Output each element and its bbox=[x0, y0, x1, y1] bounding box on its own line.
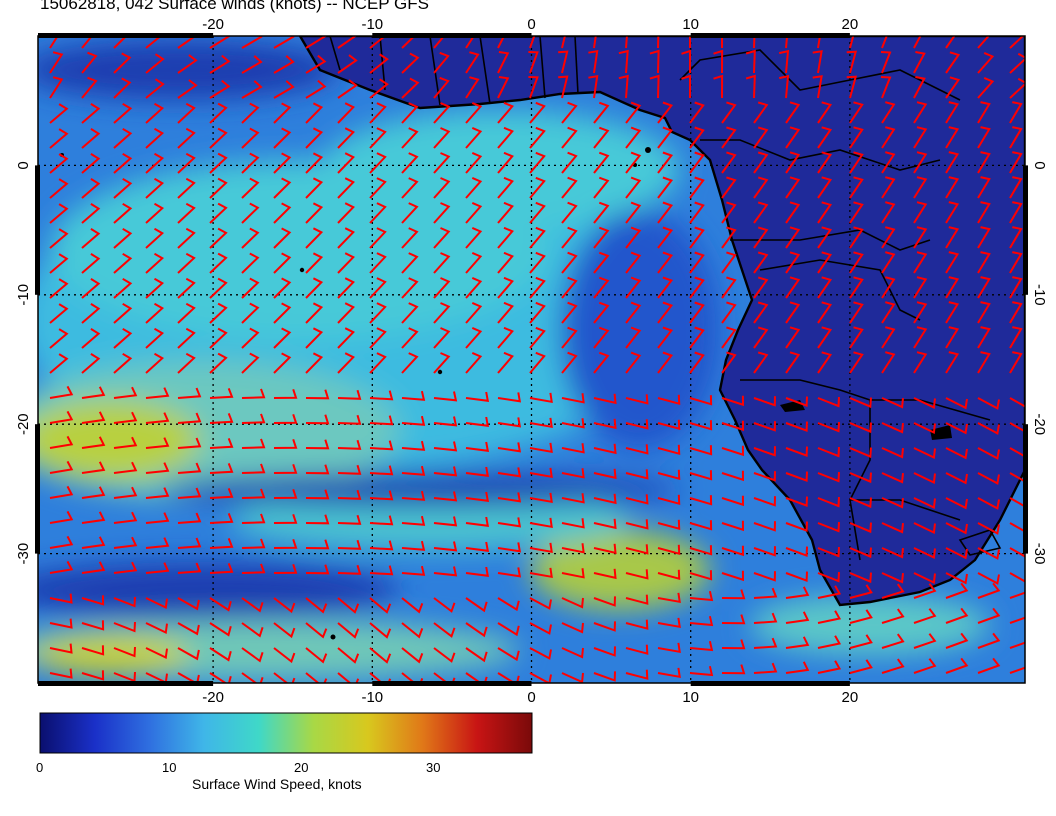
lat-tick-left--30: -30 bbox=[15, 543, 32, 565]
left-bar-1 bbox=[35, 424, 40, 554]
lat-tick-right--10: -10 bbox=[1031, 284, 1048, 306]
lon-tick-top-20: 20 bbox=[842, 16, 859, 33]
top-bar-2 bbox=[690, 33, 850, 38]
lon-tick-top--20: -20 bbox=[202, 16, 224, 33]
colorbar-gradient bbox=[39, 712, 533, 754]
lat-tick-right-0: 0 bbox=[1031, 161, 1048, 169]
lon-tick-bottom-20: 20 bbox=[842, 689, 859, 706]
lon-tick-bottom-10: 10 bbox=[682, 689, 699, 706]
lat-tick-left-0: 0 bbox=[15, 161, 32, 169]
colorbar bbox=[39, 712, 533, 754]
colorbar-label-10: 10 bbox=[162, 760, 177, 775]
lon-tick-top-0: 0 bbox=[527, 16, 535, 33]
bottom-bar-1 bbox=[372, 681, 532, 686]
right-bar-0 bbox=[1023, 165, 1028, 295]
left-bar-0 bbox=[35, 165, 40, 295]
top-bar-1 bbox=[372, 33, 532, 38]
lon-tick-top--10: -10 bbox=[361, 16, 383, 33]
bottom-bar-2 bbox=[690, 681, 850, 686]
lon-tick-bottom--20: -20 bbox=[202, 689, 224, 706]
lat-tick-right--20: -20 bbox=[1031, 413, 1048, 435]
lon-tick-bottom--10: -10 bbox=[361, 689, 383, 706]
top-bar-0 bbox=[38, 33, 214, 38]
bottom-bar-0 bbox=[38, 681, 214, 686]
lat-tick-left--20: -20 bbox=[15, 413, 32, 435]
lat-tick-left--10: -10 bbox=[15, 284, 32, 306]
lat-tick-right--30: -30 bbox=[1031, 543, 1048, 565]
colorbar-label-0: 0 bbox=[36, 760, 44, 775]
lon-tick-top-10: 10 bbox=[682, 16, 699, 33]
right-bar-1 bbox=[1023, 424, 1028, 554]
wind-map: -20 -20 -10 -10 0 0 10 10 20 20 0 0 -10 -10 -20 -20 -30 -… bbox=[15, 16, 1048, 754]
lon-tick-bottom-0: 0 bbox=[527, 689, 535, 706]
colorbar-title: Surface Wind Speed, knots bbox=[192, 776, 362, 792]
colorbar-label-20: 20 bbox=[294, 760, 309, 775]
colorbar-label-30: 30 bbox=[426, 760, 441, 775]
